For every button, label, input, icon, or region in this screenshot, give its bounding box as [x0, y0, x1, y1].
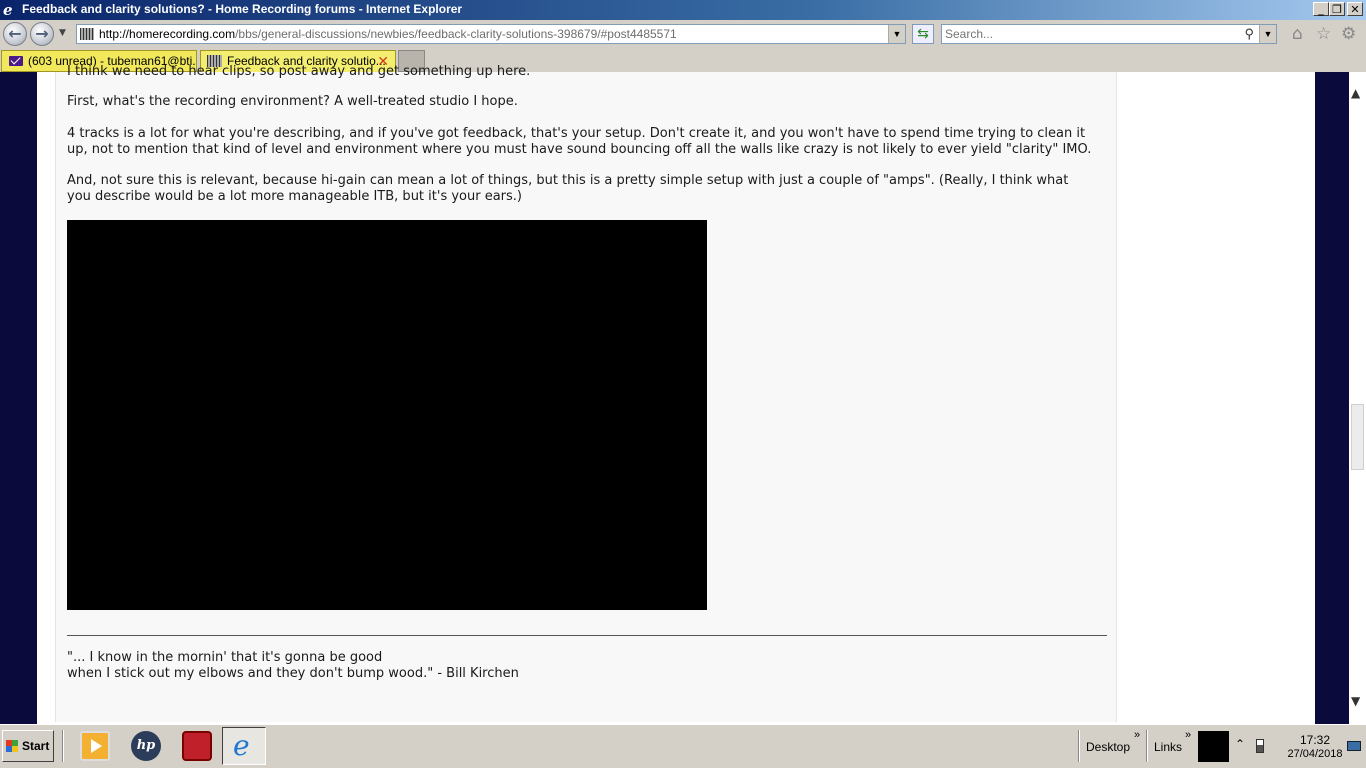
search-dropdown-icon[interactable]: ▼: [1259, 25, 1276, 43]
url-domain: http://homerecording.com: [99, 27, 236, 41]
title-bar: e Feedback and clarity solutions? - Home…: [0, 0, 1366, 20]
desktop-toolbar[interactable]: Desktop: [1086, 740, 1130, 754]
close-button[interactable]: ✕: [1347, 2, 1363, 16]
site-favicon-icon: [80, 28, 94, 40]
desktop-chevron-icon[interactable]: »: [1134, 729, 1140, 741]
navigation-bar: ← → ▼ http://homerecording.com/bbs/gener…: [0, 20, 1366, 49]
search-input[interactable]: [945, 26, 1235, 42]
clock-time[interactable]: 17:32: [1280, 733, 1350, 747]
forum-column: I think we need to hear clips, so post a…: [37, 64, 1315, 724]
battery-icon[interactable]: [1256, 739, 1264, 753]
page-viewport: I think we need to hear clips, so post a…: [0, 64, 1366, 724]
links-toolbar[interactable]: Links: [1154, 740, 1182, 754]
start-label: Start: [22, 739, 50, 753]
internet-explorer-taskbar-button[interactable]: e: [222, 727, 266, 765]
action-center-icon[interactable]: [1347, 741, 1361, 751]
back-button[interactable]: ←: [3, 22, 27, 46]
address-dropdown-icon[interactable]: ▼: [888, 25, 905, 43]
search-icon[interactable]: ⚲: [1244, 26, 1254, 42]
restore-button[interactable]: ❐: [1329, 2, 1345, 16]
tray-app-icon[interactable]: [1198, 731, 1229, 762]
post-paragraph-3-line-2: you describe would be a lot more managea…: [67, 189, 522, 204]
links-chevron-icon[interactable]: »: [1185, 729, 1191, 741]
refresh-button[interactable]: ⇆: [912, 24, 934, 44]
forward-button[interactable]: →: [30, 22, 54, 46]
favorites-star-icon[interactable]: ☆: [1316, 25, 1331, 43]
post-paragraph-3-line-1: And, not sure this is relevant, because …: [67, 173, 1069, 188]
taskbar-separator: [1146, 730, 1148, 762]
signature-divider: [67, 635, 1107, 636]
vertical-scrollbar[interactable]: ▲ ▼: [1349, 72, 1366, 724]
post-text-partial: I think we need to hear clips, so post a…: [67, 64, 531, 79]
search-box[interactable]: ⚲ ▼: [941, 24, 1277, 44]
hp-icon[interactable]: hp: [131, 731, 161, 761]
tray-expand-icon[interactable]: ⌃: [1235, 737, 1245, 751]
post-body: I think we need to hear clips, so post a…: [55, 64, 1117, 722]
internet-explorer-icon: e: [233, 729, 250, 762]
clock-date[interactable]: 27/04/2018: [1280, 748, 1350, 760]
history-dropdown-icon[interactable]: ▼: [59, 28, 66, 38]
tools-gear-icon[interactable]: ⚙: [1341, 25, 1356, 43]
address-bar[interactable]: http://homerecording.com/bbs/general-dis…: [76, 24, 906, 44]
mail-icon: [9, 56, 23, 66]
scroll-up-icon[interactable]: ▲: [1351, 86, 1360, 100]
taskbar-separator: [62, 730, 64, 762]
red-box-app-icon[interactable]: [182, 731, 212, 761]
signature-line-2: when I stick out my elbows and they don'…: [67, 666, 519, 681]
embedded-video[interactable]: [67, 220, 707, 610]
address-url[interactable]: http://homerecording.com/bbs/general-dis…: [99, 27, 677, 41]
start-button[interactable]: Start: [2, 730, 54, 762]
taskbar: Start hp e Desktop » Links » ⌃ 17:32 27/…: [0, 724, 1366, 768]
media-player-icon[interactable]: [80, 731, 110, 761]
window-title: Feedback and clarity solutions? - Home R…: [22, 2, 463, 16]
post-paragraph-2-line-2: up, not to mention that kind of level an…: [67, 142, 1092, 157]
signature-line-1: "... I know in the mornin' that it's gon…: [67, 650, 383, 665]
minimize-button[interactable]: _: [1313, 2, 1329, 16]
post-paragraph-2-line-1: 4 tracks is a lot for what you're descri…: [67, 126, 1086, 141]
ie-logo-icon: e: [3, 1, 13, 19]
windows-flag-icon: [6, 740, 18, 752]
taskbar-separator: [1078, 730, 1080, 762]
url-path: /bbs/general-discussions/newbies/feedbac…: [235, 27, 677, 41]
post-paragraph-1: First, what's the recording environment?…: [67, 94, 518, 109]
scrollbar-thumb[interactable]: [1351, 404, 1364, 470]
home-icon[interactable]: ⌂: [1292, 25, 1303, 43]
scroll-down-icon[interactable]: ▼: [1351, 694, 1360, 708]
